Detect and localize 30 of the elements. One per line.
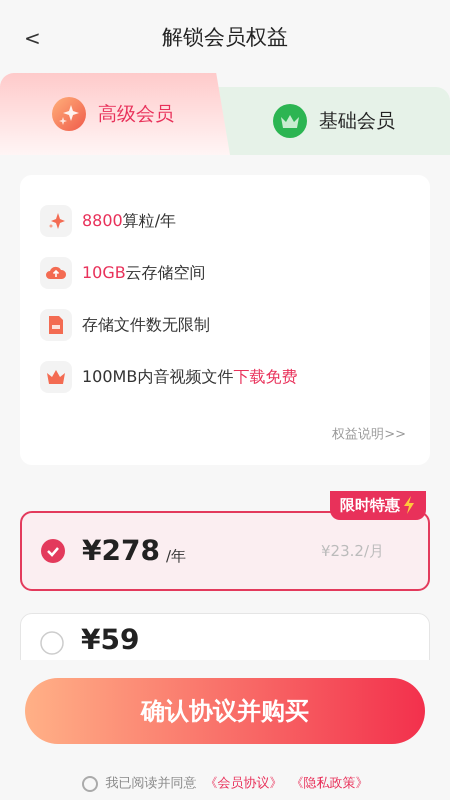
benefit-text: 8800算粒/年 — [82, 210, 176, 232]
benefit-text: 存储文件数无限制 — [82, 314, 210, 336]
membership-tab[interactable]: 基础会员 — [218, 87, 450, 155]
sparkle-icon — [52, 97, 86, 131]
price-unit: /年 — [166, 546, 186, 566]
agree-checkbox[interactable] — [82, 776, 98, 792]
agreement-text: 我已阅读并同意 — [106, 775, 196, 793]
benefits-link[interactable]: 权益说明>> — [332, 425, 406, 444]
radio-icon[interactable] — [39, 630, 65, 656]
back-button[interactable]: < — [20, 28, 45, 48]
agreement-link[interactable]: 《会员协议》 — [204, 774, 282, 794]
membership-tab[interactable]: 高级会员 — [0, 73, 230, 155]
plan-card[interactable]: ¥278 /年 ¥23.2/月 — [20, 511, 430, 591]
file-icon — [40, 309, 72, 341]
agreement-link[interactable]: 《隐私政策》 — [290, 774, 368, 794]
lightning-icon — [402, 496, 416, 514]
plan-card[interactable]: ¥59 — [20, 613, 430, 660]
crown-icon — [273, 104, 307, 138]
monthly-price: ¥23.2/月 — [321, 540, 384, 562]
page-title: 解锁会员权益 — [162, 25, 288, 49]
price-text: ¥59 — [81, 626, 140, 654]
promo-badge: 限时特惠 — [330, 491, 426, 520]
buy-button[interactable]: 确认协议并购买 — [25, 678, 425, 744]
cloud-icon — [40, 257, 72, 289]
crown-icon — [40, 361, 72, 393]
benefit-text: 10GB云存储空间 — [82, 262, 206, 284]
sparkle-icon — [40, 205, 72, 237]
price-text: ¥278 — [82, 537, 160, 565]
benefit-text: 100MB内音视频文件下载免费 — [82, 366, 298, 388]
radio-icon[interactable] — [40, 538, 66, 564]
